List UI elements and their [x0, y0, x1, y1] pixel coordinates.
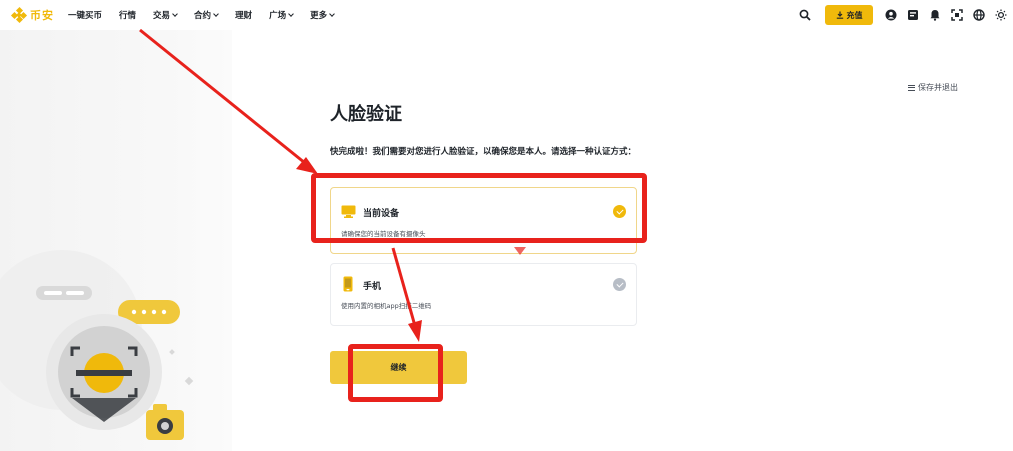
nav-item-label: 理财 — [235, 11, 253, 21]
nav-item-label: 交易 — [153, 11, 171, 21]
nav-item-more[interactable]: 更多 — [310, 9, 335, 21]
face-verification-illustration — [0, 30, 232, 451]
phone-icon — [343, 276, 353, 292]
face-scan-illustration — [0, 250, 194, 440]
nav-item-label: 一键买币 — [68, 11, 103, 21]
annotation-highlight-continue — [348, 344, 443, 402]
option-title: 手机 — [363, 282, 382, 292]
save-and-exit-button[interactable]: 保存并退出 — [908, 82, 958, 93]
nav-item-label: 合约 — [194, 11, 212, 21]
nav-item-trade[interactable]: 交易 — [153, 9, 178, 21]
page-title: 人脸验证 — [330, 104, 402, 125]
account-icon[interactable] — [885, 9, 897, 21]
notification-icon[interactable] — [929, 9, 941, 21]
top-navigation-bar: 币安 一键买币 行情 交易 合约 理财 广场 更多 充值 — [0, 0, 1013, 30]
nav-item-label: 广场 — [269, 11, 287, 21]
chevron-down-icon — [288, 11, 294, 17]
main-menu: 一键买币 行情 交易 合约 理财 广场 更多 — [68, 9, 351, 21]
annotation-highlight-option — [311, 173, 647, 243]
option-subtitle: 使用内置的相机app扫描二维码 — [341, 302, 432, 310]
chevron-down-icon — [172, 11, 178, 17]
nav-item-label: 更多 — [310, 11, 328, 21]
binance-logo[interactable]: 币安 — [10, 6, 54, 24]
nav-item-markets[interactable]: 行情 — [119, 9, 136, 21]
theme-icon[interactable] — [995, 9, 1007, 21]
nav-item-buy-crypto[interactable]: 一键买币 — [68, 9, 102, 21]
download-app-icon[interactable] — [951, 9, 963, 21]
option-phone[interactable]: 手机 使用内置的相机app扫描二维码 — [330, 263, 637, 326]
search-icon[interactable] — [799, 9, 811, 21]
save-and-exit-label: 保存并退出 — [918, 83, 958, 92]
deposit-button[interactable]: 充值 — [825, 5, 873, 25]
nav-right-actions: 充值 — [799, 0, 1013, 30]
binance-logo-icon — [10, 6, 28, 24]
language-icon[interactable] — [973, 9, 985, 21]
nav-item-label: 行情 — [119, 11, 137, 21]
annotation-arrowhead-1 — [296, 157, 318, 174]
verification-description: 快完成啦！我们需要对您进行人脸验证，以确保您是本人。请选择一种认证方式： — [330, 147, 637, 157]
nav-item-futures[interactable]: 合约 — [194, 9, 219, 21]
menu-icon — [908, 84, 915, 91]
logo-text: 币安 — [30, 9, 54, 22]
orders-icon[interactable] — [907, 9, 919, 21]
chevron-down-icon — [329, 11, 335, 17]
chevron-down-icon — [213, 11, 219, 17]
nav-item-square[interactable]: 广场 — [269, 9, 294, 21]
nav-item-earn[interactable]: 理财 — [235, 9, 252, 21]
deposit-label: 充值 — [846, 10, 863, 20]
unselected-check-icon — [613, 278, 626, 291]
download-icon — [836, 11, 843, 19]
